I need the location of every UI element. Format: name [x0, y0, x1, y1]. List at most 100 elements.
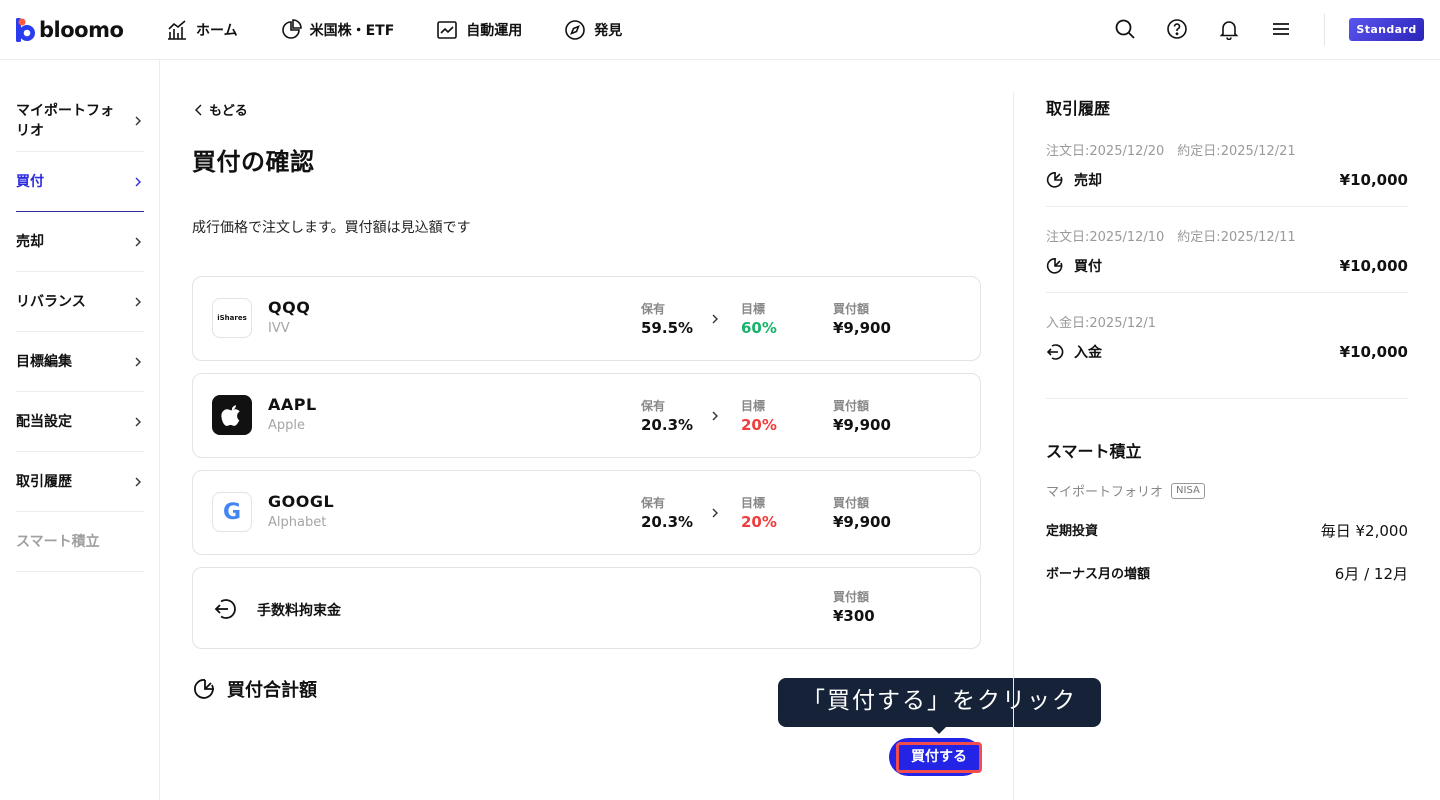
chevron-right-icon: [712, 508, 718, 518]
bonus-month-row: ボーナス月の増額 6月 / 12月: [1046, 563, 1408, 584]
buy-amount-label: 買付額: [833, 496, 870, 510]
ticker: GOOGL: [268, 492, 335, 511]
logo-text: bloomo: [39, 18, 124, 42]
chevron-right-icon: [135, 357, 141, 366]
periodic-investment-row: 定期投資 毎日 ¥2,000: [1046, 520, 1408, 541]
history-row-sell[interactable]: 売却 ¥10,000: [1046, 170, 1408, 190]
buy-amount-value: ¥9,900: [833, 416, 891, 434]
history-amount: ¥10,000: [1339, 343, 1408, 361]
bloomo-logo-icon: [16, 18, 35, 42]
fund-name: IVV: [268, 321, 290, 336]
apple-icon: [221, 405, 240, 426]
search-icon[interactable]: [1114, 18, 1136, 40]
history-row-deposit[interactable]: 入金 ¥10,000: [1046, 342, 1408, 362]
nav-discover[interactable]: 発見: [564, 18, 622, 42]
line-chart-icon: [437, 21, 458, 39]
history-amount: ¥10,000: [1339, 171, 1408, 189]
history-row-buy[interactable]: 買付 ¥10,000: [1046, 256, 1408, 276]
chevron-right-icon: [712, 314, 718, 324]
holding-card-aapl: AAPL Apple 保有 20.3% 目標 20% 買付額 ¥9,900: [192, 373, 981, 458]
history-date: 注文日:2025/12/20 約定日:2025/12/21: [1046, 144, 1296, 159]
ticker: AAPL: [268, 395, 317, 414]
target-label: 目標: [741, 496, 766, 510]
sidebar-item-label: 売却: [16, 233, 44, 250]
nav-home[interactable]: ホーム: [166, 18, 238, 42]
fee-value: ¥300: [833, 607, 875, 625]
page-title: 買付の確認: [192, 148, 315, 176]
buy-button[interactable]: 買付する: [896, 742, 982, 773]
nav-us-stocks[interactable]: 米国株・ETF: [280, 18, 395, 42]
apple-logo: [212, 395, 252, 435]
chevron-right-icon: [135, 477, 141, 486]
sidebar-item-edit-target[interactable]: 目標編集: [16, 332, 144, 392]
target-label: 目標: [741, 399, 766, 413]
chevron-right-icon: [712, 411, 718, 421]
sidebar-item-history[interactable]: 取引履歴: [16, 452, 144, 512]
buy-amount-label: 買付額: [833, 590, 870, 604]
kv-key: ボーナス月の増額: [1046, 567, 1151, 582]
tooltip-tail: [931, 726, 947, 734]
deposit-icon: [1046, 344, 1064, 360]
sidebar-item-my-portfolio[interactable]: マイポートフォリオ: [16, 90, 144, 152]
home-chart-icon: [168, 20, 186, 40]
sidebar-item-sell[interactable]: 売却: [16, 212, 144, 272]
nav-discover-label: 発見: [594, 23, 623, 39]
header-divider: [1324, 14, 1325, 46]
bloomo-logo[interactable]: bloomo: [16, 16, 124, 44]
chevron-right-icon: [135, 237, 141, 246]
sidebar-item-dividend-settings[interactable]: 配当設定: [16, 392, 144, 452]
sidebar-item-buy[interactable]: 買付: [16, 152, 144, 212]
company-name: Alphabet: [268, 515, 327, 530]
sidebar: マイポートフォリオ 買付 売却 リバランス 目標編集 配当設定 取引履歴 スマー…: [0, 60, 160, 800]
help-icon[interactable]: [1166, 18, 1188, 40]
buy-amount-value: ¥9,900: [833, 513, 891, 531]
sidebar-item-smart-accumulation: スマート積立: [16, 512, 144, 572]
buy-icon: [1046, 258, 1063, 274]
kv-value: 6月 / 12月: [1334, 565, 1408, 583]
target-label: 目標: [741, 302, 766, 316]
sidebar-item-label: 買付: [16, 173, 44, 190]
back-label: もどる: [209, 104, 248, 119]
kv-key: 定期投資: [1046, 524, 1099, 539]
sidebar-item-label: 配当設定: [16, 413, 72, 430]
history-date: 注文日:2025/12/10 約定日:2025/12/11: [1046, 230, 1296, 245]
menu-icon[interactable]: [1270, 18, 1292, 40]
google-logo-letter: G: [222, 499, 242, 525]
chevron-right-icon: [135, 116, 141, 125]
compass-icon: [565, 20, 586, 40]
chevron-right-icon: [135, 177, 141, 186]
portfolio-label: マイポートフォリオ: [1046, 485, 1164, 500]
sidebar-item-label: マイポートフォリオ: [16, 102, 114, 139]
click-hint-tooltip: 「買付する」をクリック: [778, 678, 1101, 727]
history-type: 買付: [1074, 259, 1102, 275]
bell-icon[interactable]: [1218, 18, 1240, 40]
nav-auto-invest[interactable]: 自動運用: [436, 18, 522, 42]
portfolio-nisa-row: マイポートフォリオ NISA: [1046, 481, 1205, 500]
target-value: 20%: [741, 513, 777, 531]
ticker: QQQ: [268, 298, 311, 317]
sidebar-item-label: 取引履歴: [16, 473, 72, 490]
total-label: 買付合計額: [227, 680, 317, 701]
hold-label: 保有: [641, 302, 666, 316]
sidebar-item-label: 目標編集: [16, 353, 72, 370]
top-header: bloomo ホーム 米国株・ETF 自動運用 発見 Standard: [0, 0, 1440, 60]
chevron-right-icon: [135, 297, 141, 306]
holding-card-qqq: iShares QQQ IVV 保有 59.5% 目標 60% 買付額 ¥9,9…: [192, 276, 981, 361]
nav-us-stocks-label: 米国株・ETF: [309, 23, 395, 39]
fee-card: 手数料拘束金 買付額 ¥300: [192, 567, 981, 649]
back-link[interactable]: もどる: [194, 100, 248, 119]
nav-auto-invest-label: 自動運用: [466, 23, 523, 39]
ishares-logo-text: iShares: [217, 314, 247, 322]
company-name: Apple: [268, 418, 306, 433]
smart-accumulation-title: スマート積立: [1046, 442, 1142, 461]
hold-value: 20.3%: [641, 416, 694, 434]
right-panel-divider: [1013, 92, 1014, 800]
header-actions: [1114, 18, 1292, 40]
sidebar-item-label: スマート積立: [16, 533, 100, 550]
holding-card-googl: G GOOGL Alphabet 保有 20.3% 目標 20% 買付額 ¥9,…: [192, 470, 981, 555]
hold-label: 保有: [641, 399, 666, 413]
hold-value: 20.3%: [641, 513, 694, 531]
chevron-left-icon: [195, 104, 202, 115]
sidebar-item-rebalance[interactable]: リバランス: [16, 272, 144, 332]
plan-badge[interactable]: Standard: [1349, 18, 1424, 41]
